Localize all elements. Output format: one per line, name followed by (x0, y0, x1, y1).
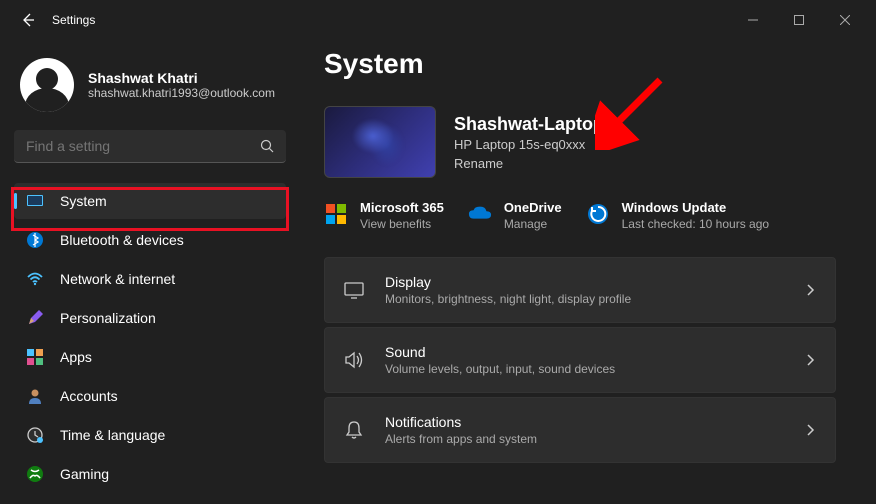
sidebar-item-bluetooth[interactable]: Bluetooth & devices (14, 222, 286, 258)
setting-sub: Volume levels, output, input, sound devi… (385, 362, 783, 376)
update-icon (586, 202, 610, 226)
gaming-icon (26, 465, 44, 483)
maximize-button[interactable] (776, 5, 822, 35)
sidebar-item-label: Accounts (60, 388, 118, 404)
service-windows-update[interactable]: Windows Update Last checked: 10 hours ag… (586, 200, 769, 231)
page-title: System (324, 48, 836, 80)
device-name: Shashwat-Laptop (454, 114, 604, 135)
close-icon (840, 15, 850, 25)
service-sub: View benefits (360, 217, 444, 231)
setting-display[interactable]: Display Monitors, brightness, night ligh… (324, 257, 836, 323)
sidebar-item-label: Time & language (60, 427, 165, 443)
back-arrow-icon (20, 12, 36, 28)
window-title: Settings (52, 13, 95, 27)
window-controls (730, 5, 868, 35)
chevron-right-icon (803, 423, 817, 437)
sidebar-item-time[interactable]: Time & language (14, 417, 286, 453)
wifi-icon (26, 270, 44, 288)
setting-sub: Monitors, brightness, night light, displ… (385, 292, 783, 306)
chevron-right-icon (803, 353, 817, 367)
minimize-icon (748, 15, 758, 25)
onedrive-icon (468, 202, 492, 226)
sidebar-item-label: Network & internet (60, 271, 175, 287)
microsoft365-icon (324, 202, 348, 226)
sidebar-item-label: Gaming (60, 466, 109, 482)
sound-icon (343, 349, 365, 371)
sidebar-item-gaming[interactable]: Gaming (14, 456, 286, 492)
setting-title: Sound (385, 344, 783, 360)
bell-icon (343, 419, 365, 441)
sidebar-item-system[interactable]: System (14, 183, 286, 219)
setting-title: Display (385, 274, 783, 290)
sidebar-item-accounts[interactable]: Accounts (14, 378, 286, 414)
sidebar-item-label: Bluetooth & devices (60, 232, 184, 248)
service-title: Microsoft 365 (360, 200, 444, 215)
search-input[interactable] (26, 138, 260, 154)
device-model: HP Laptop 15s-eq0xxx (454, 137, 604, 152)
setting-notifications[interactable]: Notifications Alerts from apps and syste… (324, 397, 836, 463)
minimize-button[interactable] (730, 5, 776, 35)
display-icon (343, 279, 365, 301)
maximize-icon (794, 15, 804, 25)
main-content: System Shashwat-Laptop HP Laptop 15s-eq0… (300, 40, 876, 504)
search-box[interactable] (14, 130, 286, 163)
setting-title: Notifications (385, 414, 783, 430)
back-button[interactable] (8, 0, 48, 40)
device-wallpaper-thumb[interactable] (324, 106, 436, 178)
search-icon (260, 139, 274, 153)
sidebar-item-label: System (60, 193, 107, 209)
sidebar-item-label: Personalization (60, 310, 156, 326)
close-button[interactable] (822, 5, 868, 35)
device-info: Shashwat-Laptop HP Laptop 15s-eq0xxx Ren… (324, 106, 836, 178)
titlebar: Settings (0, 0, 876, 40)
sidebar-item-apps[interactable]: Apps (14, 339, 286, 375)
setting-sound[interactable]: Sound Volume levels, output, input, soun… (324, 327, 836, 393)
user-name: Shashwat Khatri (88, 70, 275, 86)
service-title: Windows Update (622, 200, 769, 215)
service-onedrive[interactable]: OneDrive Manage (468, 200, 562, 231)
sidebar-item-label: Apps (60, 349, 92, 365)
system-icon (26, 192, 44, 210)
setting-sub: Alerts from apps and system (385, 432, 783, 446)
chevron-right-icon (803, 283, 817, 297)
sidebar-item-personalization[interactable]: Personalization (14, 300, 286, 336)
service-title: OneDrive (504, 200, 562, 215)
clock-icon (26, 426, 44, 444)
rename-link[interactable]: Rename (454, 156, 604, 171)
apps-icon (26, 348, 44, 366)
service-sub: Manage (504, 217, 562, 231)
sidebar-item-network[interactable]: Network & internet (14, 261, 286, 297)
user-email: shashwat.khatri1993@outlook.com (88, 86, 275, 100)
avatar (20, 58, 74, 112)
sidebar: Shashwat Khatri shashwat.khatri1993@outl… (0, 40, 300, 504)
user-block[interactable]: Shashwat Khatri shashwat.khatri1993@outl… (14, 50, 286, 130)
bluetooth-icon (26, 231, 44, 249)
service-sub: Last checked: 10 hours ago (622, 217, 769, 231)
service-microsoft365[interactable]: Microsoft 365 View benefits (324, 200, 444, 231)
brush-icon (26, 309, 44, 327)
person-icon (26, 387, 44, 405)
